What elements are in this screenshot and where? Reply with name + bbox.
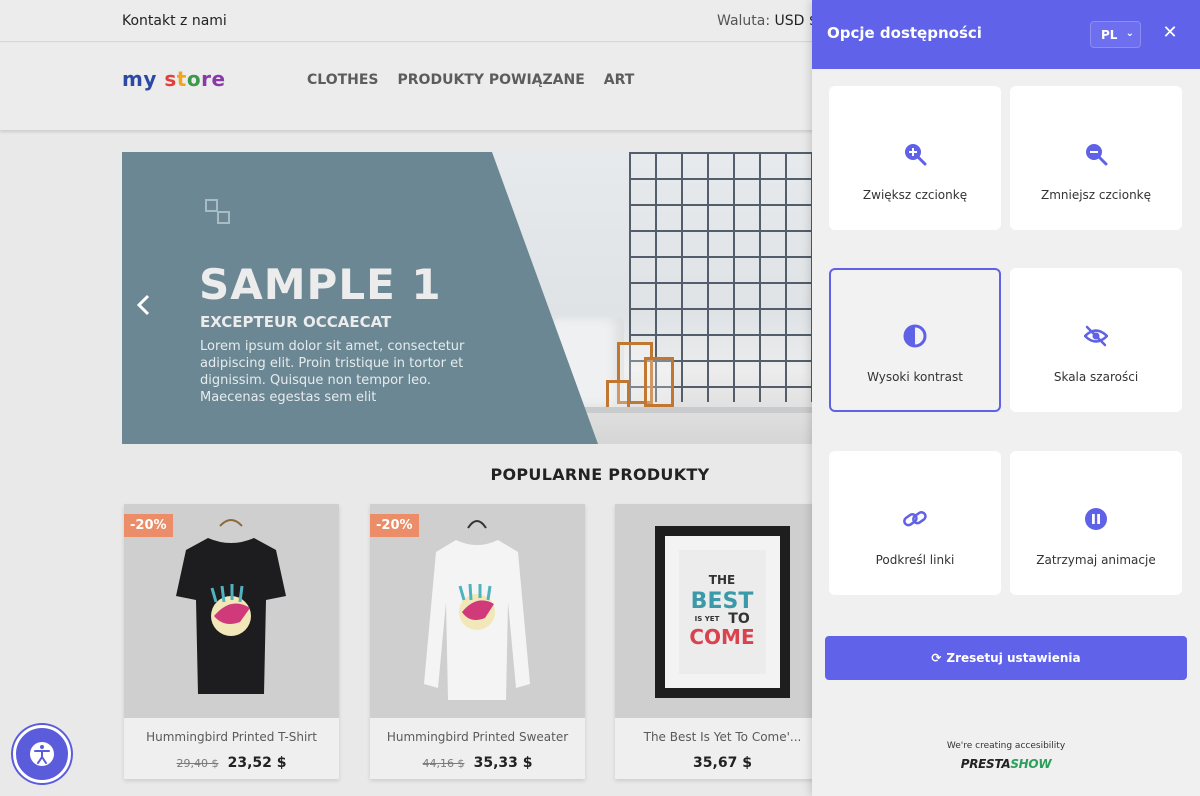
nav-item-related[interactable]: PRODUKTY POWIĄZANE (398, 72, 585, 88)
nav-item-art[interactable]: ART (604, 72, 635, 88)
hero-title: SAMPLE 1 (199, 260, 442, 309)
deco-squares-icon (205, 199, 230, 224)
grayscale-button[interactable]: Skala szarości (1010, 268, 1182, 412)
hero-lantern (606, 380, 630, 410)
underline-links-button[interactable]: Podkreśl linki (829, 451, 1001, 595)
price: 35,67 $ (693, 755, 752, 771)
tile-label: Zatrzymaj animacje (1036, 553, 1156, 567)
poster-line-isyet: IS YET (695, 615, 720, 623)
eye-slash-icon (1084, 325, 1108, 347)
pause-animations-button[interactable]: Zatrzymaj animacje (1010, 451, 1182, 595)
contact-link[interactable]: Kontakt z nami (122, 13, 227, 29)
tile-label: Zmniejsz czcionkę (1040, 188, 1152, 202)
tile-label: Zwiększ czcionkę (862, 188, 968, 202)
price-row: 44,16 $ 35,33 $ (370, 752, 585, 771)
poster-line-the: THE (709, 573, 735, 587)
store-logo[interactable]: my store (122, 67, 226, 91)
product-name[interactable]: Hummingbird Printed Sweater (370, 730, 585, 744)
language-select[interactable]: PL ⌄ (1090, 21, 1141, 48)
tile-label: Skala szarości (1053, 370, 1139, 384)
product-card[interactable]: THE BEST IS YET TO COME The Best Is Yet … (615, 504, 830, 779)
nav-item-clothes[interactable]: CLOTHES (307, 72, 379, 88)
language-value: PL (1101, 28, 1118, 42)
product-name[interactable]: Hummingbird Printed T-Shirt (124, 730, 339, 744)
old-price: 29,40 $ (176, 757, 219, 770)
close-icon[interactable]: ✕ (1160, 22, 1180, 44)
currency-label: Waluta: (717, 13, 771, 29)
tile-label: Wysoki kontrast (867, 370, 963, 384)
product-image[interactable]: -20% (124, 504, 339, 718)
pause-icon (1085, 508, 1107, 530)
refresh-icon: ⟳ (931, 651, 942, 665)
accessibility-icon (30, 742, 54, 766)
prestashow-logo[interactable]: PRESTASHOW (812, 757, 1200, 771)
product-image[interactable]: -20% (370, 504, 585, 718)
currency-selector[interactable]: Waluta: USD $ (717, 13, 818, 29)
discount-badge: -20% (370, 514, 419, 537)
price-row: 35,67 $ (615, 752, 830, 771)
chevron-down-icon: ⌄ (1125, 28, 1134, 39)
link-icon (903, 511, 927, 527)
panel-title: Opcje dostępności (827, 24, 982, 42)
panel-header: Opcje dostępności PL ⌄ ✕ (812, 0, 1200, 69)
price: 35,33 $ (473, 755, 533, 771)
accessibility-toggle-button[interactable] (13, 725, 71, 783)
contrast-icon (903, 324, 927, 348)
accessibility-panel: Opcje dostępności PL ⌄ ✕ Zwiększ czcionk… (812, 0, 1200, 796)
product-name[interactable]: The Best Is Yet To Come'... (615, 730, 830, 744)
high-contrast-button[interactable]: Wysoki kontrast (829, 268, 1001, 412)
main-nav: CLOTHES PRODUKTY POWIĄZANE ART (307, 72, 634, 88)
price: 23,52 $ (227, 755, 287, 771)
footer-note: We're creating accesibility (946, 741, 1066, 751)
old-price: 44,16 $ (422, 757, 465, 770)
tile-label: Podkreśl linki (875, 553, 955, 567)
hero-subtitle: EXCEPTEUR OCCAECAT (200, 313, 392, 331)
product-card[interactable]: -20% Hummingbird Printed Sweater 44,16 $… (370, 504, 585, 779)
discount-badge: -20% (124, 514, 173, 537)
hero-lantern (644, 357, 674, 407)
zoom-out-icon (1086, 144, 1108, 166)
product-card[interactable]: -20% Hummingbird Printed T-Shirt 29,40 $… (124, 504, 339, 779)
product-image[interactable]: THE BEST IS YET TO COME (615, 504, 830, 718)
carousel-prev-icon[interactable] (136, 292, 152, 318)
hero-body: Lorem ipsum dolor sit amet, consectetur … (200, 339, 465, 405)
decrease-font-button[interactable]: Zmniejsz czcionkę (1010, 86, 1182, 230)
reset-label: Zresetuj ustawienia (946, 651, 1081, 665)
hero-carousel: SAMPLE 1 EXCEPTEUR OCCAECAT Lorem ipsum … (122, 152, 822, 444)
reset-settings-button[interactable]: ⟳ Zresetuj ustawienia (825, 636, 1187, 680)
zoom-in-icon (905, 144, 927, 166)
poster-line-come: COME (689, 625, 754, 649)
increase-font-button[interactable]: Zwiększ czcionkę (829, 86, 1001, 230)
price-row: 29,40 $ 23,52 $ (124, 752, 339, 771)
